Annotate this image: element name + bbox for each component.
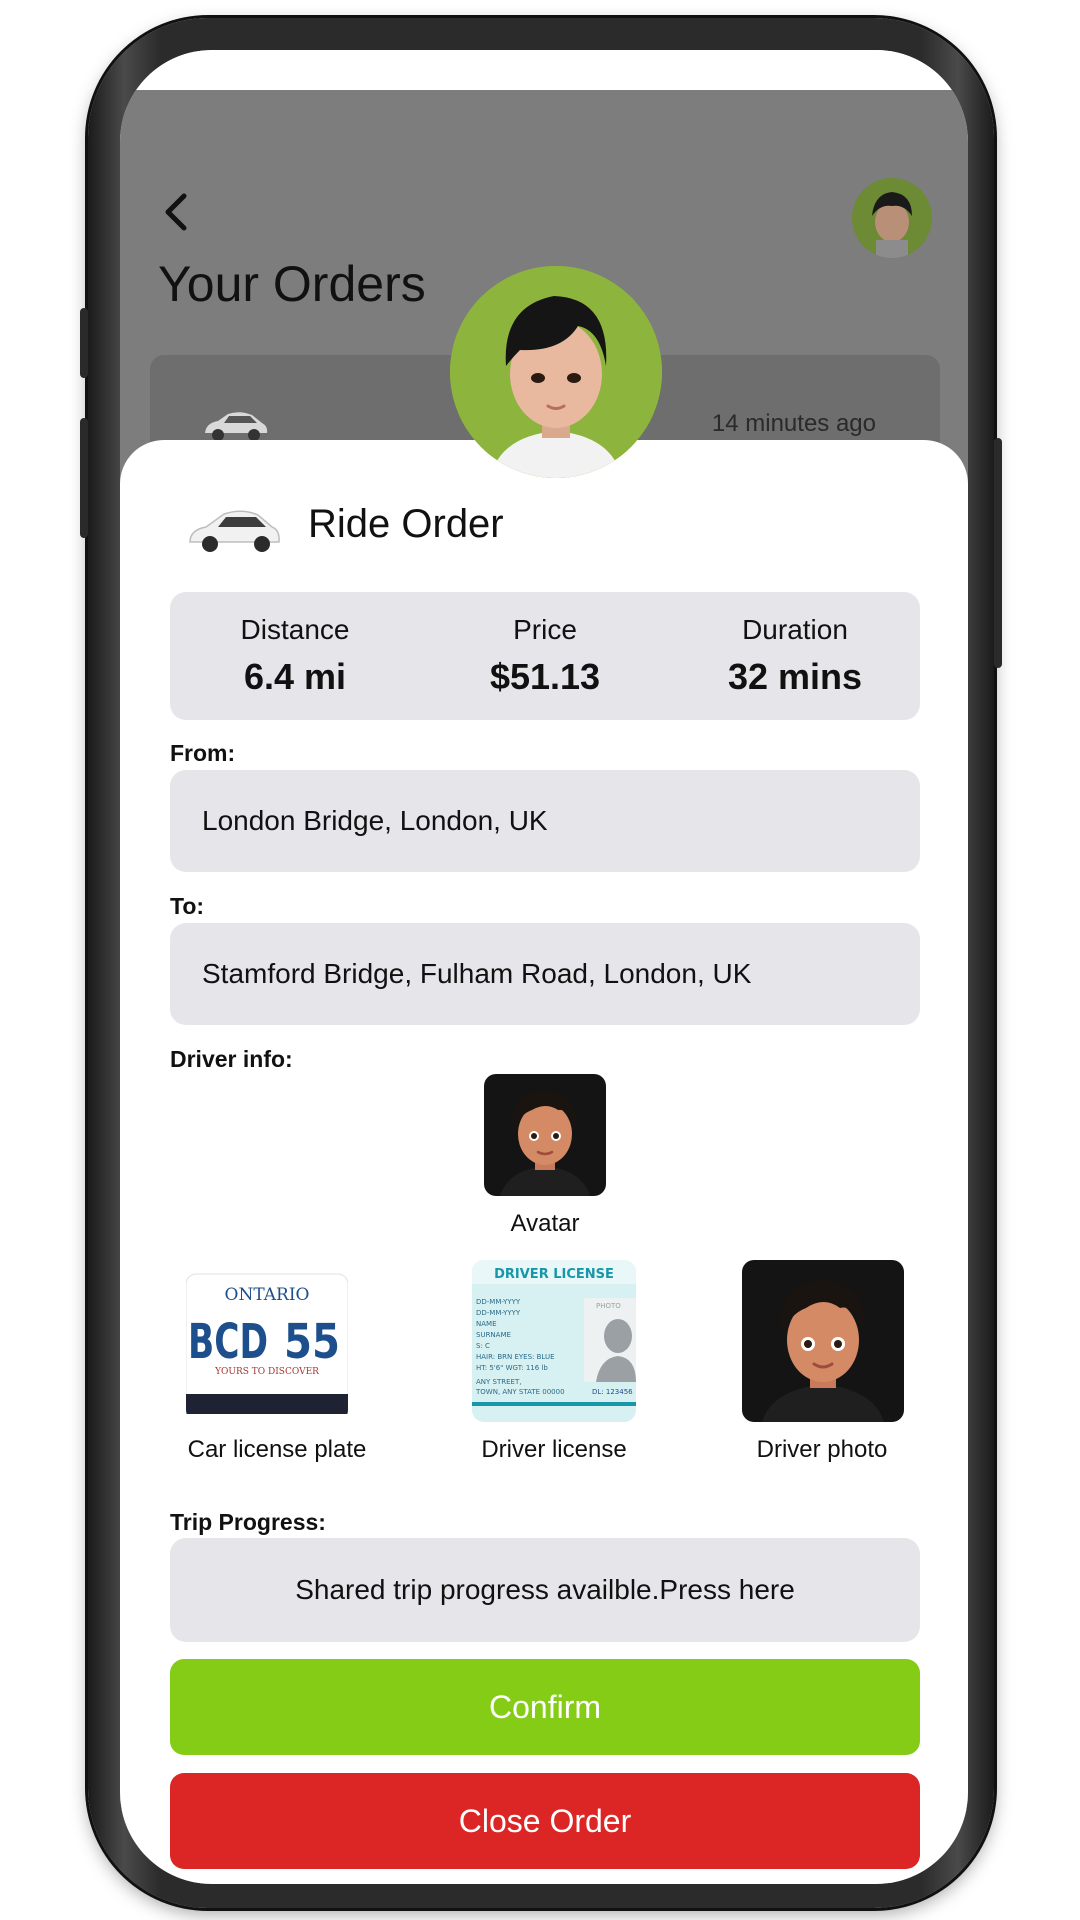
license-line: S: C — [476, 1342, 490, 1350]
customer-avatar — [450, 266, 662, 478]
user-avatar[interactable] — [852, 178, 932, 258]
driver-license-image[interactable]: DRIVER LICENSE DD-MM-YYYY DD-MM-YYYY NAM… — [472, 1260, 636, 1422]
stat-label: Price — [513, 614, 577, 645]
plate-tagline-text: YOURS TO DISCOVER — [214, 1367, 319, 1377]
order-title: Ride Order — [308, 502, 504, 546]
from-label: From: — [170, 740, 236, 766]
stat-distance: Distance 6.4 mi — [170, 592, 420, 720]
from-field[interactable]: London Bridge, London, UK — [170, 770, 920, 872]
to-field[interactable]: Stamford Bridge, Fulham Road, London, UK — [170, 923, 920, 1025]
car-license-plate-caption: Car license plate — [187, 1436, 367, 1463]
driver-info-label: Driver info: — [170, 1046, 293, 1072]
license-heading-text: DRIVER LICENSE — [494, 1267, 614, 1282]
license-line: HT: 5'6" WGT: 116 lb — [476, 1364, 548, 1372]
phone-side-button-left-2 — [80, 418, 88, 538]
phone-side-button-left-1 — [80, 308, 88, 378]
to-label: To: — [170, 893, 205, 919]
license-line: DD-MM-YYYY — [476, 1298, 521, 1306]
page-title: Your Orders — [158, 256, 426, 312]
driver-avatar[interactable] — [484, 1074, 606, 1196]
trip-progress-button[interactable]: Shared trip progress availble.Press here — [170, 1538, 920, 1642]
stat-value: $51.13 — [489, 656, 601, 697]
license-line: NAME — [476, 1320, 497, 1328]
status-bar — [120, 50, 968, 90]
stat-value: 6.4 mi — [243, 656, 347, 697]
phone-side-button-right — [994, 438, 1002, 668]
trip-progress-label: Trip Progress: — [170, 1509, 326, 1535]
app-stage: Your Orders 14 minutes ago Ride Order Di… — [0, 0, 1080, 1920]
plate-region-text: ONTARIO — [225, 1285, 310, 1305]
car-icon — [205, 412, 268, 441]
trip-stats: Distance 6.4 mi Price $51.13 Duration 32… — [170, 592, 920, 720]
license-line: DD-MM-YYYY — [476, 1309, 521, 1317]
chevron-left-icon[interactable] — [156, 190, 200, 234]
avatar-caption: Avatar — [510, 1210, 580, 1237]
driver-photo-caption: Driver photo — [756, 1436, 888, 1463]
car-icon — [189, 510, 280, 552]
driver-photo-image[interactable] — [742, 1260, 904, 1422]
stat-price: Price $51.13 — [420, 592, 670, 720]
order-time: 14 minutes ago — [711, 410, 876, 437]
plate-number-text: BCD — [188, 1314, 268, 1370]
plate-number2-text: 55 — [284, 1314, 340, 1370]
stat-duration: Duration 32 mins — [670, 592, 920, 720]
license-dl-text: DL: 123456 — [592, 1388, 633, 1396]
driver-license-caption: Driver license — [481, 1436, 627, 1463]
close-order-button[interactable]: Close Order — [170, 1773, 920, 1869]
stat-label: Distance — [240, 614, 350, 645]
license-line: TOWN, ANY STATE 00000 — [475, 1388, 565, 1396]
stat-value: 32 mins — [727, 656, 863, 697]
car-license-plate-image[interactable]: ONTARIO BCD 55 YOURS TO DISCOVER — [186, 1260, 348, 1422]
license-line: HAIR: BRN EYES: BLUE — [476, 1353, 555, 1361]
license-photo-label: PHOTO — [596, 1302, 621, 1310]
license-line: ANY STREET, — [476, 1378, 521, 1386]
confirm-button[interactable]: Confirm — [170, 1659, 920, 1755]
stat-label: Duration — [742, 614, 848, 645]
license-line: SURNAME — [476, 1331, 511, 1339]
